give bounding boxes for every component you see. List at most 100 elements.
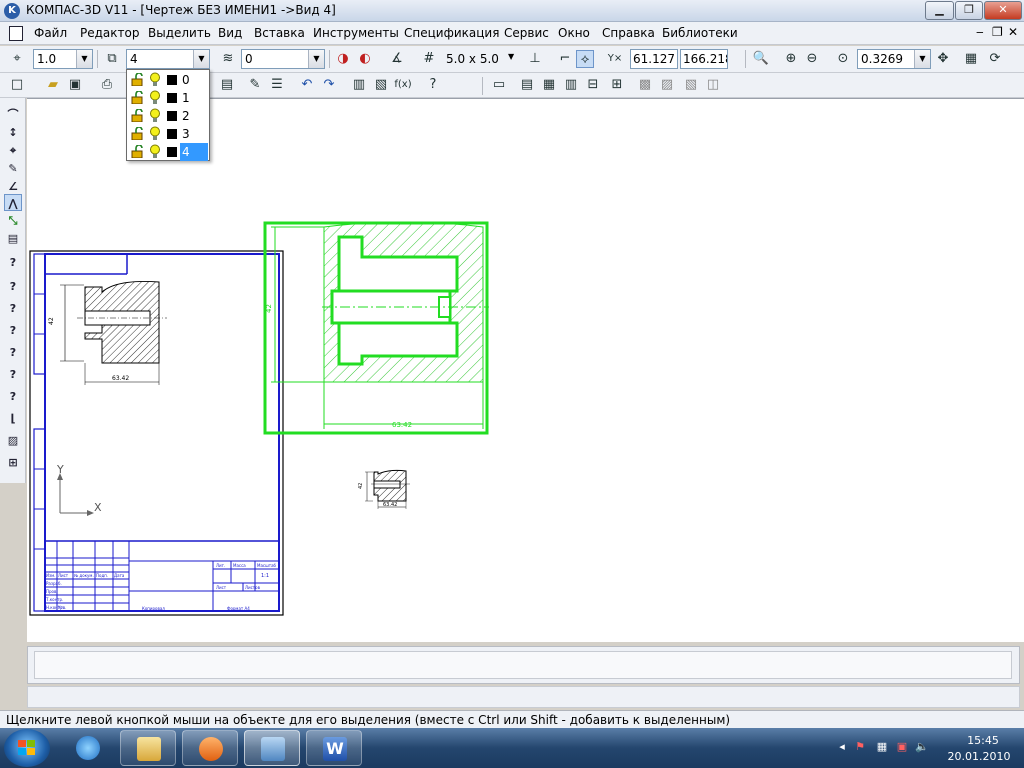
select-icon[interactable]: ⤡ (4, 212, 22, 229)
query-length-icon[interactable]: ? (4, 322, 22, 339)
chevron-down-icon[interactable]: ▼ (308, 50, 324, 68)
help-pointer-icon[interactable]: ? (424, 76, 442, 94)
save-icon[interactable]: ▣ (66, 76, 84, 94)
kompas-app-icon[interactable]: K (4, 3, 20, 19)
mdi-restore-button[interactable]: ❐ (992, 25, 1003, 39)
spec-object-icon[interactable]: ▤ (4, 230, 22, 247)
parametrization-icon[interactable]: ∠ (4, 178, 22, 195)
document-icon[interactable] (9, 26, 23, 41)
local-coords-icon[interactable]: ⊞ (4, 454, 22, 471)
show-all-icon[interactable]: ▦ (962, 50, 980, 68)
menu-insert[interactable]: Вставка (254, 26, 305, 40)
layer-color-swatch[interactable] (167, 75, 177, 85)
drawing-svg[interactable]: Изм. Лист № докум. Подп. Дата Разраб. Пр… (27, 99, 1024, 643)
property-panel-field[interactable] (34, 651, 1012, 679)
zoom-in-icon[interactable]: ⊕ (782, 50, 800, 68)
menu-service[interactable]: Сервис (504, 26, 549, 40)
layer-color-swatch[interactable] (167, 147, 177, 157)
query-region-icon[interactable]: ⌊ (4, 410, 22, 427)
menu-file[interactable]: Файл (34, 26, 67, 40)
detail-view-icon[interactable]: ▧ (682, 76, 700, 94)
redo-icon[interactable]: ↷ (320, 76, 338, 94)
layer-dropdown-list[interactable]: 0 1 2 3 4 (126, 69, 210, 161)
coord-y-field[interactable]: 166.218 (680, 49, 728, 69)
lightbulb-icon[interactable] (149, 90, 161, 105)
clock-date[interactable]: 20.01.2010 (942, 750, 1016, 763)
align-icon[interactable]: ⊟ (584, 76, 602, 94)
lightbulb-icon[interactable] (149, 126, 161, 141)
clipboard-icon[interactable]: ▤ (218, 76, 236, 94)
menu-editor[interactable]: Редактор (80, 26, 139, 40)
library-manager-icon[interactable]: ▧ (372, 76, 390, 94)
table-icon[interactable]: ▥ (562, 76, 580, 94)
cursor-step-icon[interactable]: ⌖ (8, 50, 26, 68)
style-icon[interactable]: ≋ (219, 50, 237, 68)
menu-libraries[interactable]: Библиотеки (662, 26, 738, 40)
pan-icon[interactable]: ✥ (934, 50, 952, 68)
action-center-icon[interactable]: ⚑ (853, 740, 867, 754)
format-brush-icon[interactable]: ✎ (246, 76, 264, 94)
taskbar-explorer-button[interactable] (120, 730, 176, 766)
menu-specification[interactable]: Спецификация (404, 26, 499, 40)
coordinates-icon[interactable]: Y× (606, 50, 624, 68)
unlock-icon[interactable] (131, 109, 145, 122)
ortho-icon[interactable]: ∡ (388, 50, 406, 68)
unlock-icon[interactable] (131, 127, 145, 140)
grid-step-value[interactable]: 5.0 x 5.0 (446, 52, 499, 66)
network-icon[interactable]: ▣ (895, 740, 909, 754)
mdi-minimize-button[interactable]: ‒ (976, 25, 984, 39)
layer-color-swatch[interactable] (167, 93, 177, 103)
query-mass-icon[interactable]: ? (4, 366, 22, 383)
refresh-icon[interactable]: ⟳ (986, 50, 1004, 68)
query-point-icon[interactable]: ? (4, 254, 22, 271)
manager-icon[interactable]: ▥ (350, 76, 368, 94)
taskbar-word-button[interactable]: W (306, 730, 362, 766)
layer-row-3[interactable]: 3 (128, 125, 208, 143)
local-snap-icon[interactable]: ◐ (356, 50, 374, 68)
unlock-icon[interactable] (131, 91, 145, 104)
line-scale-combo[interactable]: 1.0 ▼ (33, 49, 93, 69)
zoom-scale-icon[interactable]: ⊙ (834, 50, 852, 68)
parametric-mode-icon[interactable]: ⟡ (576, 50, 594, 68)
measure-icon[interactable]: ⋀ (4, 194, 22, 211)
menu-select[interactable]: Выделить (148, 26, 211, 40)
edit-icon[interactable]: ✎ (4, 160, 22, 177)
chevron-down-icon[interactable]: ▼ (193, 50, 209, 68)
print-icon[interactable]: ⎙ (98, 76, 116, 94)
zoom-combo[interactable]: 0.3269 ▼ (857, 49, 931, 69)
taskbar-media-button[interactable] (182, 730, 238, 766)
grid-icon[interactable]: # (420, 50, 438, 68)
menu-tools[interactable]: Инструменты (313, 26, 399, 40)
current-layer-combo[interactable]: 4 ▼ (126, 49, 210, 69)
layer-row-1[interactable]: 1 (128, 89, 208, 107)
view-manager-icon[interactable]: ▭ (490, 76, 508, 94)
coord-x-field[interactable]: 61.127 (630, 49, 678, 69)
internet-explorer-icon[interactable] (76, 736, 100, 760)
zoom-out-icon[interactable]: ⊖ (803, 50, 821, 68)
minimize-button[interactable]: ▁ (925, 1, 954, 20)
chevron-down-icon[interactable]: ▼ (914, 50, 930, 68)
query-area-icon[interactable]: ? (4, 344, 22, 361)
unlock-icon[interactable] (131, 145, 145, 158)
device-icon[interactable]: ▦ (875, 740, 889, 754)
query-perimeter-icon[interactable]: ? (4, 388, 22, 405)
lightbulb-icon[interactable] (149, 72, 161, 87)
insert-fragment-icon[interactable]: ⊞ (608, 76, 626, 94)
layer-state-icon[interactable]: ⧉ (103, 50, 121, 68)
new-document-icon[interactable]: □ (8, 76, 26, 94)
chevron-down-icon[interactable]: ▼ (76, 50, 92, 68)
maximize-button[interactable]: ❐ (955, 1, 983, 20)
lightbulb-icon[interactable] (149, 108, 161, 123)
query-angle-icon[interactable]: ? (4, 300, 22, 317)
drawing-canvas[interactable]: Изм. Лист № докум. Подп. Дата Разраб. Пр… (27, 98, 1024, 642)
menu-view[interactable]: Вид (218, 26, 242, 40)
volume-icon[interactable]: 🔈 (915, 740, 929, 754)
local-cs-icon[interactable]: ⊥ (526, 50, 544, 68)
spec-icon[interactable]: ▦ (540, 76, 558, 94)
show-hidden-icons-chevron-icon[interactable]: ◂ (835, 740, 849, 754)
menu-help[interactable]: Справка (602, 26, 655, 40)
unlock-icon[interactable] (131, 73, 145, 86)
style-combo[interactable]: 0 ▼ (241, 49, 325, 69)
break-view-icon[interactable]: ◫ (704, 76, 722, 94)
clock-time[interactable]: 15:45 (952, 734, 1014, 747)
